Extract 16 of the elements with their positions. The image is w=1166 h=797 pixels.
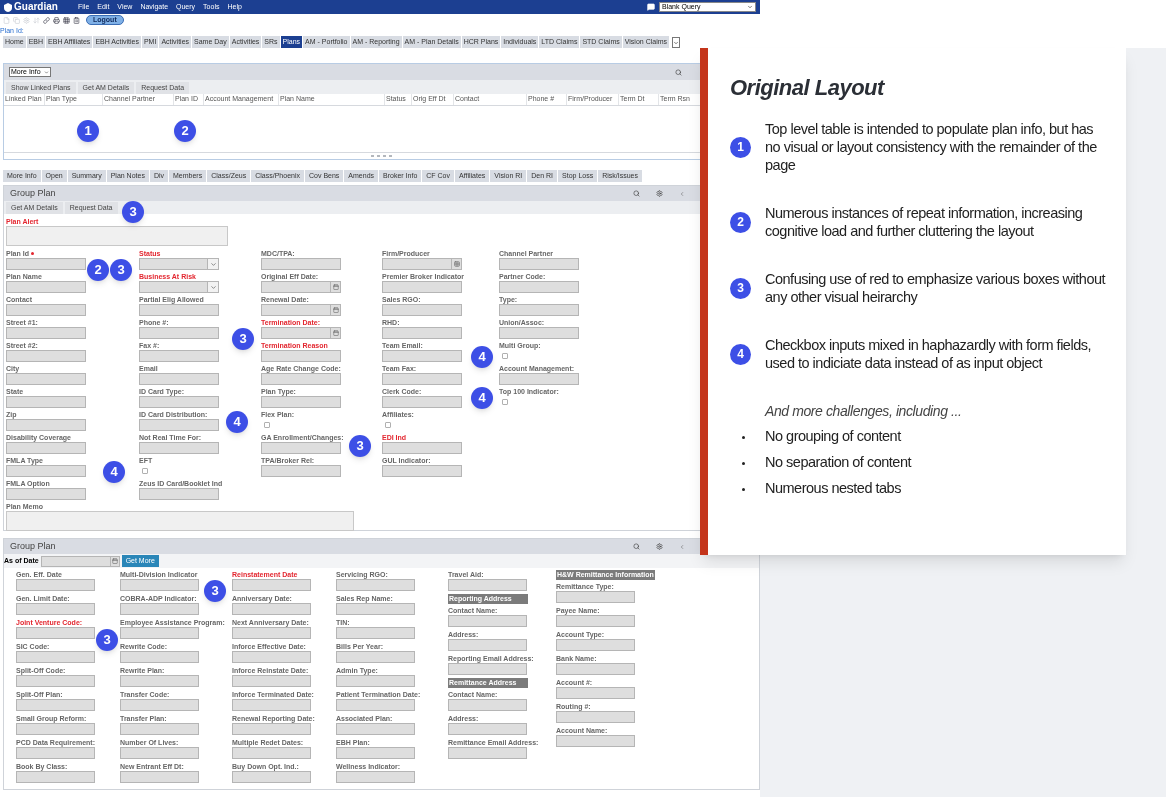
number-badge: 3 [730,277,751,299]
number-badge: 4 [730,343,751,365]
panel-title: Group Plan [10,186,56,200]
note-text: Confusing use of red to emphasize various boxes without any other visual heirarchy [765,270,1107,306]
bullet-text: Numerous nested tabs [765,479,901,499]
panel-title: Group Plan [10,539,56,553]
bullet-text: No separation of content [765,453,911,473]
number-badge: 1 [730,136,751,158]
bullet-text: No grouping of content [765,427,901,447]
number-badge: 2 [730,211,751,233]
card-title: Original Layout [730,74,886,102]
note-text: Checkbox inputs mixed in haphazardly with form fields, used to indiciate data instead of as input object [765,336,1092,372]
note-text: Numerous instances of repeat information, increasing cognitive load and further cluttering the layout [765,204,1084,240]
note-text: Top level table is intended to populate plan info, but has no visual or layout consistency with the remainder of the page [765,120,1098,174]
more-heading: And more challenges, including ... [765,402,963,420]
logo-text: Guardian [14,1,58,13]
